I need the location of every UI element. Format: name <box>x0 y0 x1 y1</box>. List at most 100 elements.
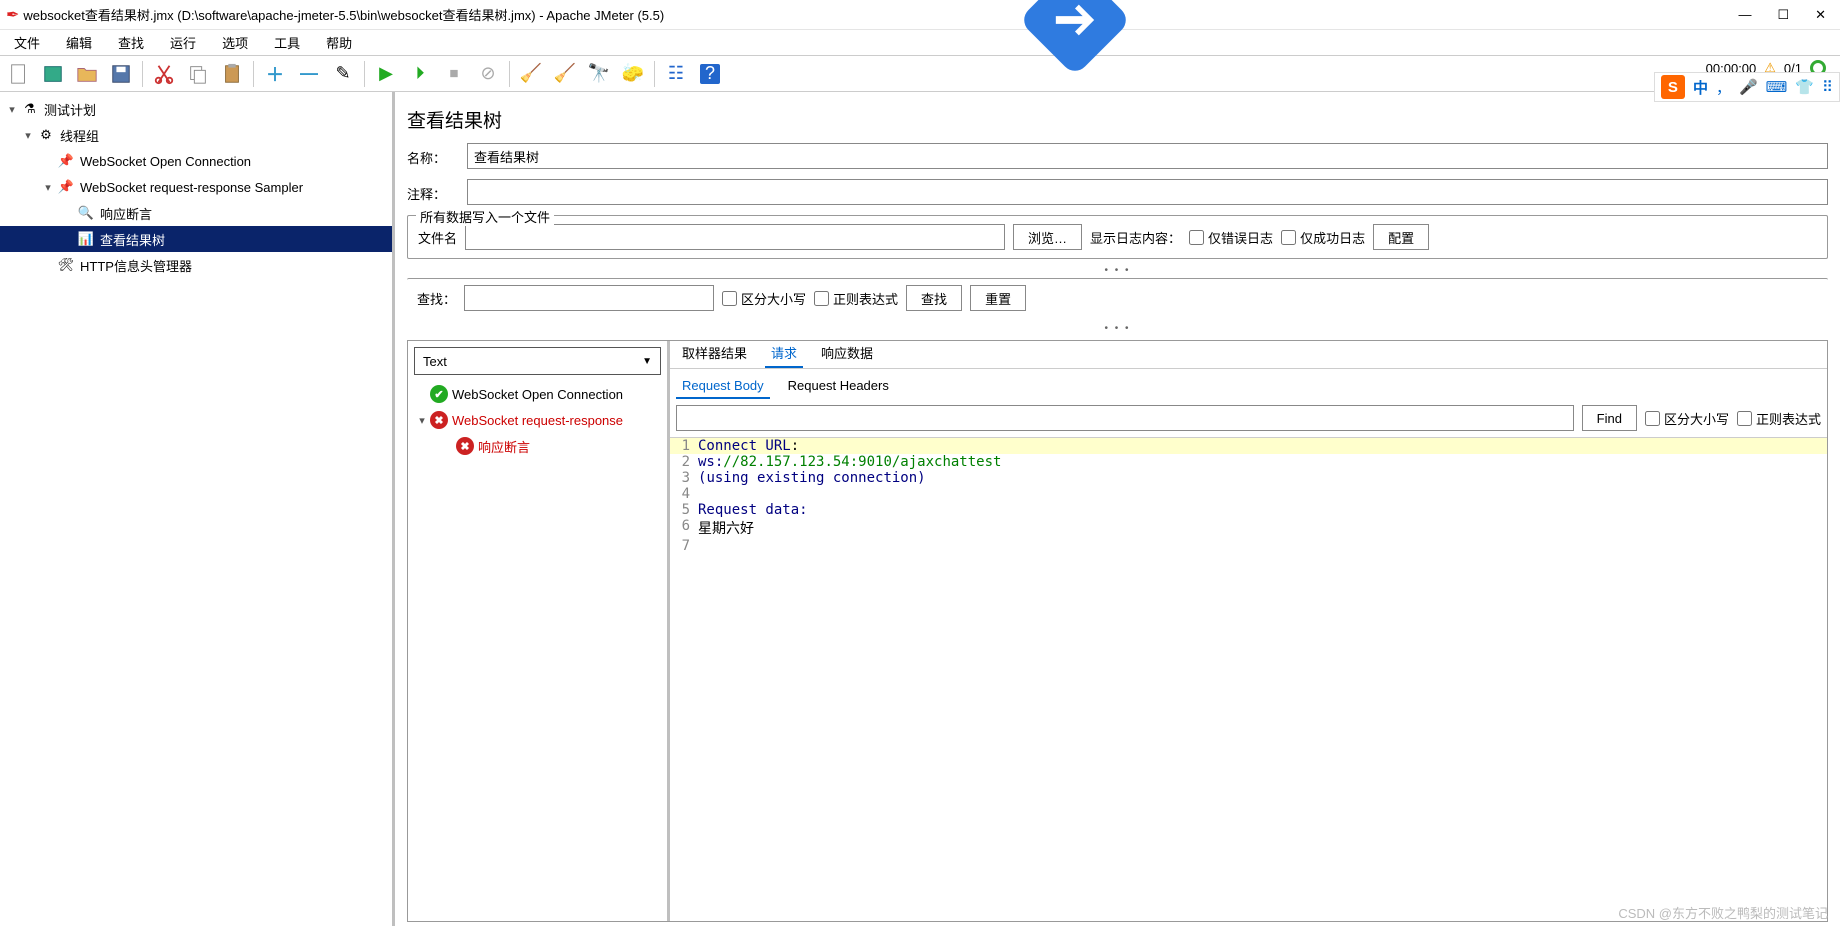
save-icon[interactable] <box>106 59 136 89</box>
result-ws-request[interactable]: ▾✖WebSocket request-response <box>408 407 667 433</box>
new-icon[interactable] <box>4 59 34 89</box>
find-case-checkbox[interactable]: 区分大小写 <box>1645 409 1729 428</box>
reset-search-icon[interactable]: 🧽 <box>618 59 648 89</box>
subtab-request-body[interactable]: Request Body <box>676 374 770 399</box>
clear-all-icon[interactable]: 🧹 <box>550 59 580 89</box>
test-plan-tree[interactable]: ▾⚗测试计划 ▾⚙线程组 📌WebSocket Open Connection … <box>0 92 395 926</box>
tree-header-manager[interactable]: 🛠HTTP信息头管理器 <box>0 252 392 278</box>
tree-view-results[interactable]: 📊查看结果树 <box>0 226 392 252</box>
tab-sampler-result[interactable]: 取样器结果 <box>676 341 753 368</box>
start-icon[interactable]: ▶ <box>371 59 401 89</box>
file-label: 文件名 <box>418 228 457 247</box>
search-button[interactable]: 查找 <box>906 285 962 311</box>
start-notimers-icon[interactable]: ⏵ <box>405 59 435 89</box>
magnifier-icon: 🔍 <box>76 203 96 223</box>
result-tabs: 取样器结果 请求 响应数据 <box>670 341 1827 369</box>
stop-icon[interactable]: ⏹ <box>439 59 469 89</box>
result-assertion[interactable]: ✖响应断言 <box>408 433 667 459</box>
ime-lang[interactable]: 中 <box>1693 77 1708 98</box>
find-regex-checkbox[interactable]: 正则表达式 <box>1737 409 1821 428</box>
tab-response-data[interactable]: 响应数据 <box>815 341 879 368</box>
tab-request[interactable]: 请求 <box>765 341 803 368</box>
search-fieldset: 查找： 区分大小写 正则表达式 查找 重置 <box>407 278 1828 317</box>
chevron-down-icon: ▼ <box>642 356 652 367</box>
ime-toolbar[interactable]: S 中 ， 🎤 ⌨ 👕 ⠿ <box>1654 72 1840 102</box>
ime-keyboard-icon[interactable]: ⌨ <box>1766 78 1788 96</box>
comment-input[interactable] <box>467 179 1828 205</box>
ime-mic-icon[interactable]: 🎤 <box>1739 78 1758 96</box>
error-icon: ✖ <box>430 411 448 429</box>
search-icon[interactable]: 🔭 <box>584 59 614 89</box>
tree-assertion[interactable]: 🔍响应断言 <box>0 200 392 226</box>
find-input[interactable] <box>676 405 1574 431</box>
filename-input[interactable] <box>465 224 1005 250</box>
window-title: websocket查看结果树.jmx (D:\software\apache-j… <box>23 5 1738 24</box>
menu-bar: 文件 编辑 查找 运行 选项 工具 帮助 <box>0 30 1840 56</box>
copy-icon[interactable] <box>183 59 213 89</box>
help-icon[interactable]: ? <box>695 59 725 89</box>
config-button[interactable]: 配置 <box>1373 224 1429 250</box>
gear-icon: ⚙ <box>36 125 56 145</box>
search-label: 查找： <box>417 289 456 308</box>
tree-ws-request[interactable]: ▾📌WebSocket request-response Sampler <box>0 174 392 200</box>
close-button[interactable]: ✕ <box>1815 7 1826 23</box>
cut-icon[interactable] <box>149 59 179 89</box>
result-ws-open[interactable]: ✔WebSocket Open Connection <box>408 381 667 407</box>
shutdown-icon[interactable]: ⊘ <box>473 59 503 89</box>
menu-tools[interactable]: 工具 <box>264 31 310 54</box>
ime-skin-icon[interactable]: 👕 <box>1795 78 1814 96</box>
ime-punct[interactable]: ， <box>1716 77 1731 98</box>
paste-icon[interactable] <box>217 59 247 89</box>
add-icon[interactable]: ＋ <box>260 59 290 89</box>
menu-edit[interactable]: 编辑 <box>56 31 102 54</box>
results-tree-panel: Text▼ ✔WebSocket Open Connection ▾✖WebSo… <box>408 341 670 921</box>
request-subtabs: Request Body Request Headers <box>670 369 1827 399</box>
open-icon[interactable] <box>72 59 102 89</box>
menu-run[interactable]: 运行 <box>160 31 206 54</box>
errors-only-checkbox[interactable]: 仅错误日志 <box>1189 228 1273 247</box>
window-titlebar: ✒ websocket查看结果树.jmx (D:\software\apache… <box>0 0 1840 30</box>
search-input[interactable] <box>464 285 714 311</box>
maximize-button[interactable]: ☐ <box>1777 7 1789 23</box>
sampler-icon: 📌 <box>56 151 76 171</box>
render-type-select[interactable]: Text▼ <box>414 347 661 375</box>
remove-icon[interactable]: — <box>294 59 324 89</box>
clear-icon[interactable]: 🧹 <box>516 59 546 89</box>
minimize-button[interactable]: — <box>1738 7 1751 23</box>
showlog-label: 显示日志内容： <box>1090 228 1181 247</box>
page-title: 查看结果树 <box>407 106 1828 133</box>
case-checkbox[interactable]: 区分大小写 <box>722 289 806 308</box>
success-only-checkbox[interactable]: 仅成功日志 <box>1281 228 1365 247</box>
divider-icon: • • • <box>407 265 1828 276</box>
menu-search[interactable]: 查找 <box>108 31 154 54</box>
templates-icon[interactable] <box>38 59 68 89</box>
write-legend: 所有数据写入一个文件 <box>416 207 554 226</box>
sogou-logo-icon: S <box>1661 75 1685 99</box>
tree-test-plan[interactable]: ▾⚗测试计划 <box>0 96 392 122</box>
reset-button[interactable]: 重置 <box>970 285 1026 311</box>
function-helper-icon[interactable]: ☷ <box>661 59 691 89</box>
tree-thread-group[interactable]: ▾⚙线程组 <box>0 122 392 148</box>
find-button[interactable]: Find <box>1582 405 1637 431</box>
request-body-viewer[interactable]: 1Connect URL: 2ws://82.157.123.54:9010/a… <box>670 437 1827 921</box>
success-icon: ✔ <box>430 385 448 403</box>
watermark: CSDN @东方不败之鸭梨的测试笔记 <box>1618 903 1828 922</box>
toolbar: ＋ — ✎ ▶ ⏵ ⏹ ⊘ 🧹 🧹 🔭 🧽 ☷ ? 00:00:00 ⚠ 0/1 <box>0 56 1840 92</box>
sampler-icon: 📌 <box>56 177 76 197</box>
menu-help[interactable]: 帮助 <box>316 31 362 54</box>
regex-checkbox[interactable]: 正则表达式 <box>814 289 898 308</box>
flask-icon: ⚗ <box>20 99 40 119</box>
comment-label: 注释： <box>407 182 459 203</box>
tree-ws-open[interactable]: 📌WebSocket Open Connection <box>0 148 392 174</box>
ime-menu-icon[interactable]: ⠿ <box>1822 78 1833 96</box>
name-input[interactable] <box>467 143 1828 169</box>
browse-button[interactable]: 浏览… <box>1013 224 1082 250</box>
results-icon: 📊 <box>76 229 96 249</box>
app-icon: ✒ <box>6 5 19 25</box>
write-to-file-fieldset: 所有数据写入一个文件 文件名 浏览… 显示日志内容： 仅错误日志 仅成功日志 配… <box>407 215 1828 259</box>
config-icon: 🛠 <box>56 255 76 275</box>
subtab-request-headers[interactable]: Request Headers <box>782 374 895 399</box>
menu-options[interactable]: 选项 <box>212 31 258 54</box>
menu-file[interactable]: 文件 <box>4 31 50 54</box>
wand-icon[interactable]: ✎ <box>328 59 358 89</box>
